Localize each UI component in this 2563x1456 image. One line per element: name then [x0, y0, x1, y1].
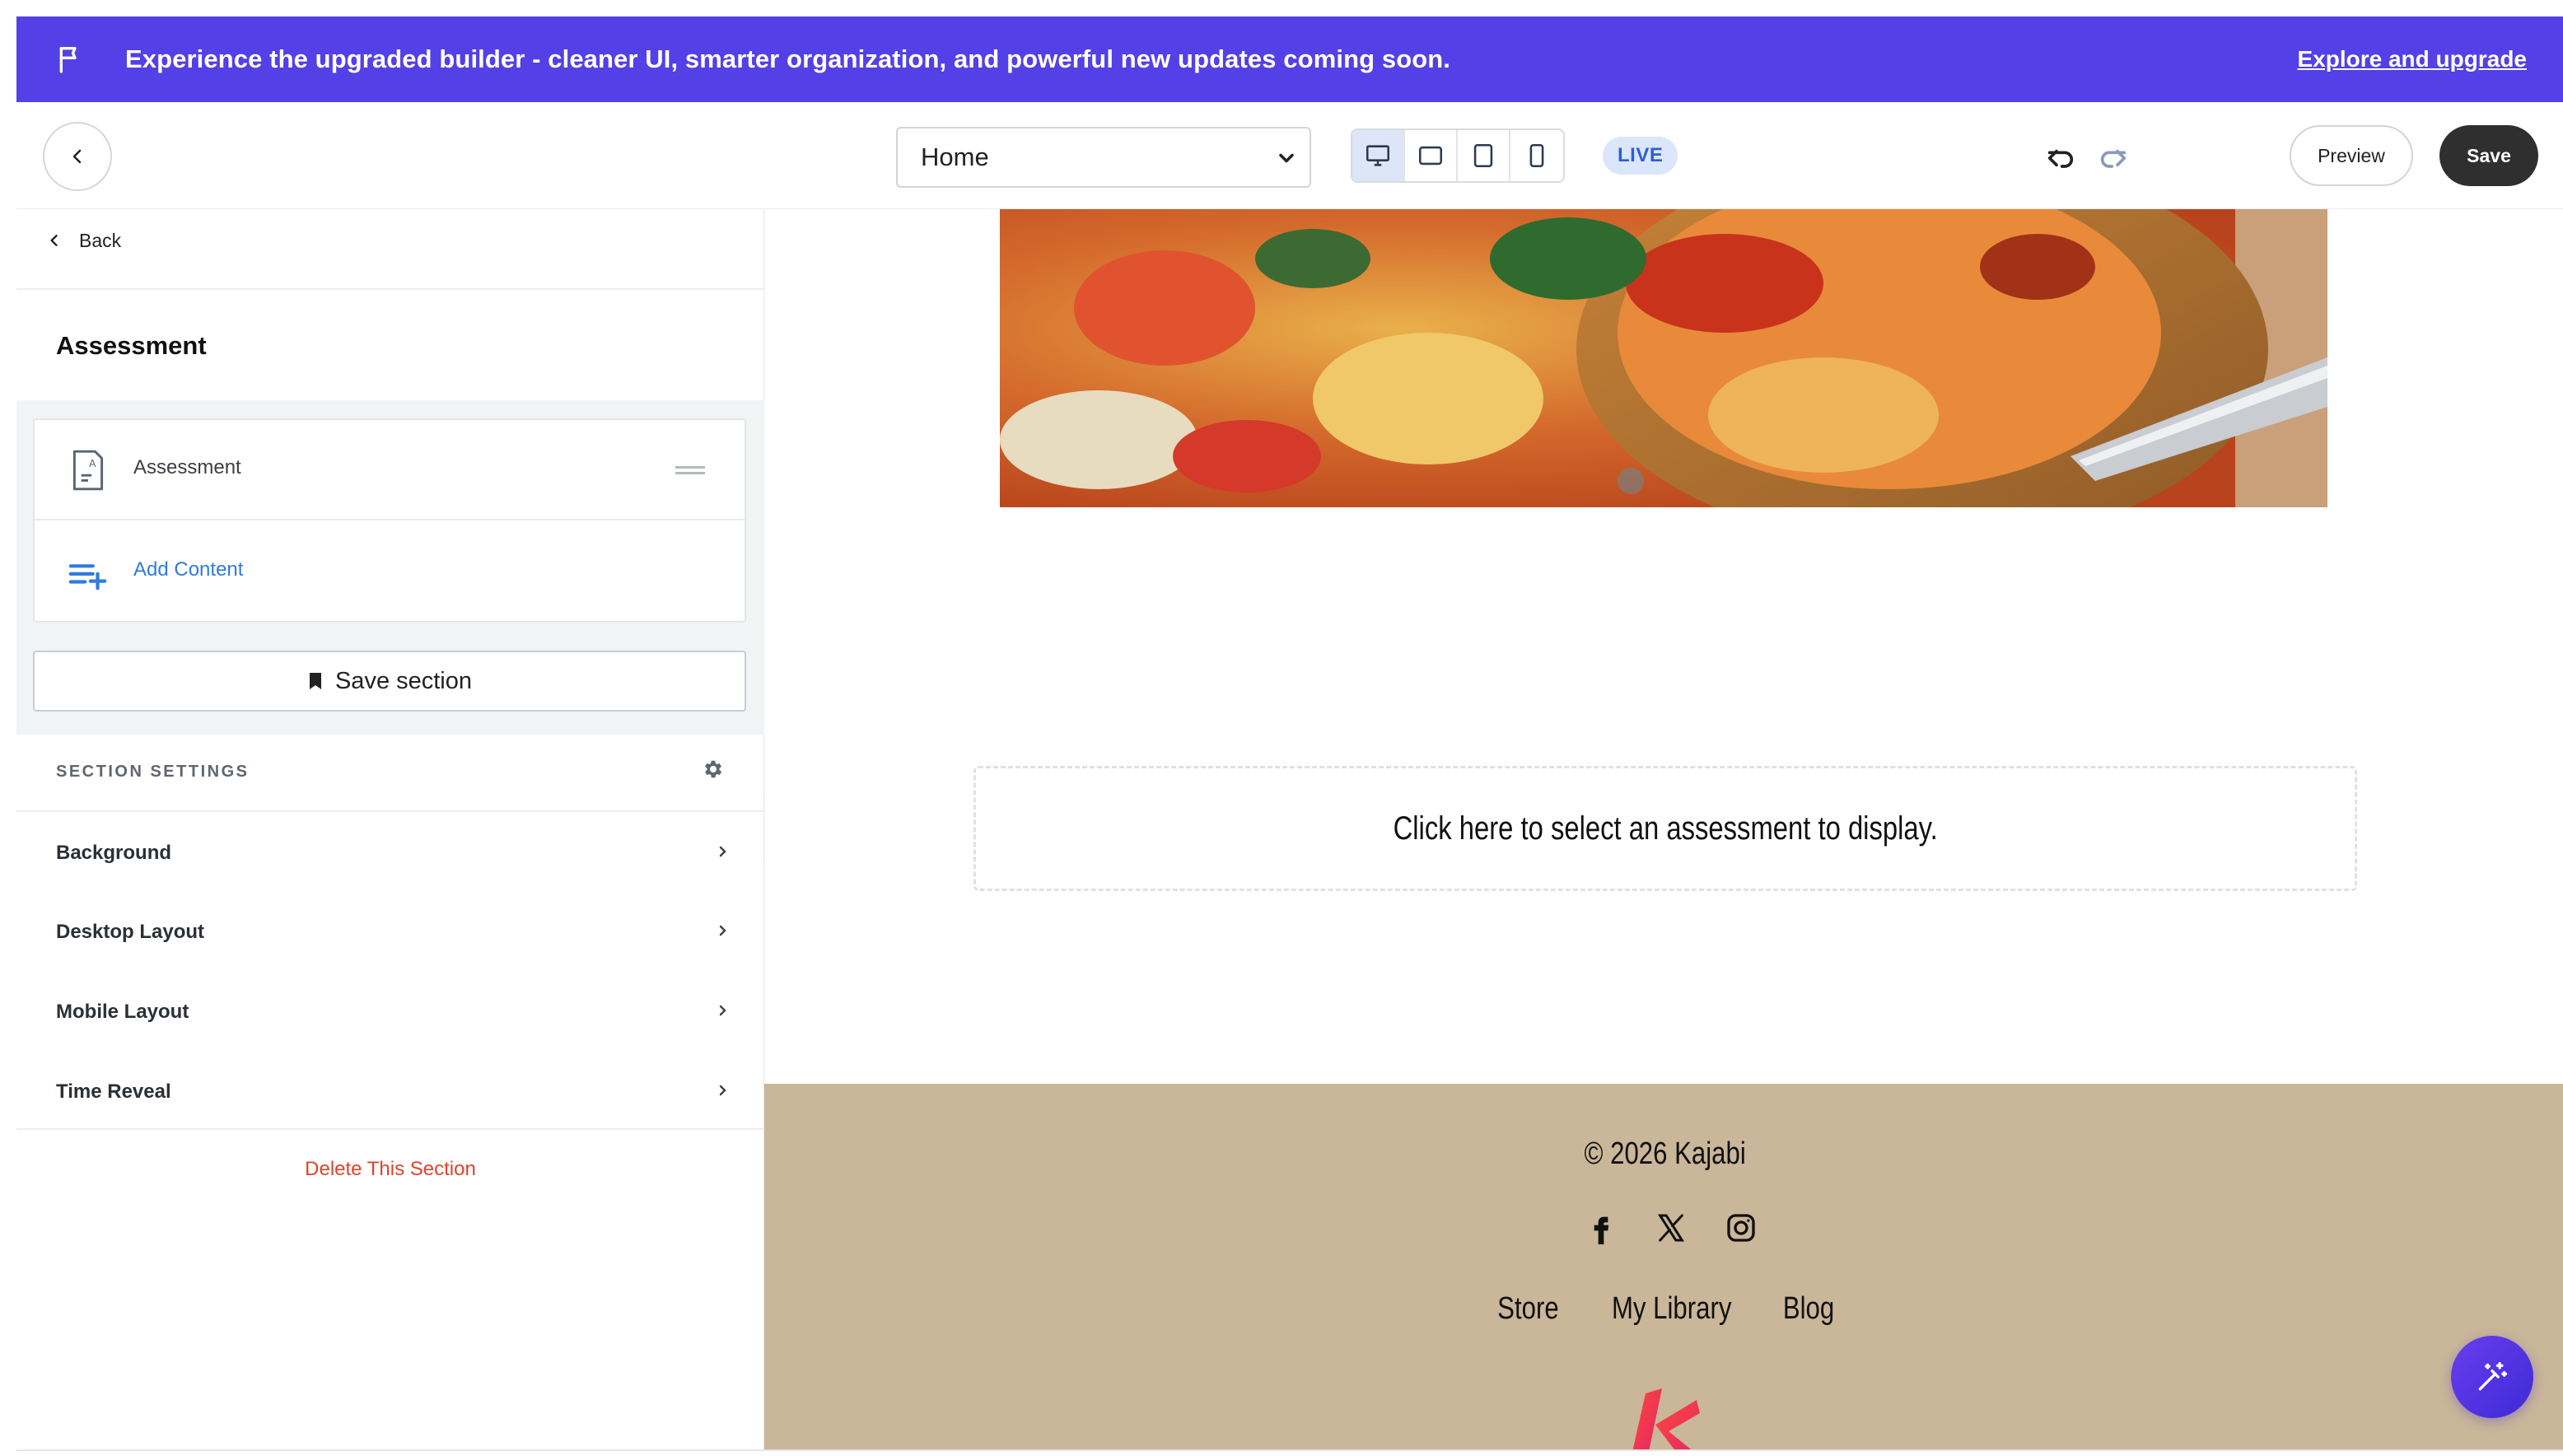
footer-nav: Store My Library Blog — [764, 1291, 2563, 1327]
redo-icon[interactable] — [2097, 142, 2130, 175]
chevron-right-icon — [719, 1005, 726, 1016]
device-mobile-button[interactable] — [1510, 130, 1563, 181]
footer-copyright-text: © 2026 Kajabi — [1584, 1136, 1747, 1171]
tablet-landscape-icon — [1418, 146, 1443, 166]
drag-handle-icon[interactable] — [675, 464, 705, 476]
bookmark-icon — [309, 673, 321, 689]
add-content-button[interactable]: Add Content — [35, 522, 745, 623]
section-content-panel: A Assessment Add Content Save section — [16, 400, 764, 735]
save-button[interactable]: Save — [2439, 125, 2538, 186]
setting-label: Desktop Layout — [56, 921, 205, 943]
setting-desktop-layout[interactable]: Desktop Layout — [16, 891, 764, 970]
device-desktop-button[interactable] — [1352, 130, 1405, 181]
gear-icon[interactable] — [702, 758, 725, 781]
assessment-placeholder[interactable]: Click here to select an assessment to di… — [973, 766, 2357, 891]
section-settings-label: SECTION SETTINGS — [56, 763, 250, 781]
back-label: Back — [79, 229, 122, 251]
pizza-image[interactable] — [1000, 209, 2327, 507]
device-tablet-landscape-button[interactable] — [1405, 130, 1458, 181]
assessment-document-icon: A — [72, 450, 104, 491]
add-content-icon — [68, 564, 107, 590]
chevron-left-icon — [72, 149, 82, 164]
section-settings-header: SECTION SETTINGS — [16, 735, 764, 812]
chevron-right-icon — [719, 925, 726, 936]
facebook-icon[interactable] — [1585, 1210, 1618, 1246]
sidebar-title: Assessment — [56, 331, 207, 360]
instagram-icon[interactable] — [1725, 1211, 1758, 1244]
kajabi-logo — [1632, 1388, 1700, 1451]
setting-background[interactable]: Background — [16, 812, 764, 891]
upgrade-banner: Experience the upgraded builder - cleane… — [16, 16, 2563, 102]
save-section-label: Save section — [334, 667, 473, 694]
setting-mobile-layout[interactable]: Mobile Layout — [16, 971, 764, 1050]
preview-button[interactable]: Preview — [2290, 125, 2413, 186]
divider — [16, 1449, 2563, 1451]
ai-assistant-button[interactable] — [2451, 1336, 2533, 1418]
desktop-icon — [1366, 145, 1390, 166]
footer-social-links — [1585, 1207, 1758, 1248]
banner-message: Experience the upgraded builder - cleane… — [125, 44, 1451, 73]
chevron-right-icon — [719, 846, 726, 857]
divider — [16, 288, 764, 290]
sidebar-back-button[interactable]: Back — [46, 224, 121, 257]
explore-upgrade-link[interactable]: Explore and upgrade — [2298, 41, 2528, 77]
page-footer: © 2026 Kajabi Store My Library Blog — [764, 1084, 2563, 1451]
mobile-icon — [1529, 143, 1544, 168]
setting-label: Time Reveal — [56, 1080, 171, 1103]
tablet-portrait-icon — [1473, 143, 1493, 168]
undo-icon[interactable] — [2044, 142, 2077, 175]
svg-text:A: A — [89, 457, 96, 469]
chevron-left-icon — [50, 235, 58, 246]
page-select[interactable]: Home — [896, 127, 1311, 188]
flag-icon — [59, 47, 77, 73]
save-section-button[interactable]: Save section — [33, 651, 746, 712]
exit-editor-button[interactable] — [43, 122, 112, 191]
footer-link-blog[interactable]: Blog — [1783, 1291, 1834, 1327]
device-tablet-portrait-button[interactable] — [1458, 130, 1510, 181]
content-block-label: Assessment — [133, 456, 241, 478]
delete-section-link[interactable]: Delete This Section — [16, 1158, 764, 1181]
live-status-badge: LIVE — [1603, 137, 1678, 175]
footer-copyright: © 2026 Kajabi — [764, 1136, 2563, 1172]
setting-time-reveal[interactable]: Time Reveal — [16, 1051, 764, 1130]
content-block-assessment[interactable]: A Assessment — [35, 420, 745, 520]
add-content-label: Add Content — [133, 558, 244, 581]
page-select-value: Home — [921, 142, 989, 171]
chevron-down-icon — [1279, 153, 1294, 163]
x-icon[interactable] — [1655, 1211, 1688, 1244]
chevron-right-icon — [719, 1085, 726, 1096]
footer-link-store[interactable]: Store — [1497, 1291, 1558, 1327]
setting-label: Background — [56, 842, 172, 864]
device-switcher — [1351, 128, 1565, 183]
setting-label: Mobile Layout — [56, 1001, 189, 1023]
magic-wand-icon — [2478, 1361, 2508, 1391]
content-blocks-card: A Assessment Add Content — [33, 418, 746, 623]
assessment-placeholder-text: Click here to select an assessment to di… — [1393, 810, 1938, 847]
page-canvas: Click here to select an assessment to di… — [764, 209, 2563, 1451]
editor-toolbar: Home LIVE Preview Save — [16, 102, 2563, 209]
divider — [16, 1128, 764, 1130]
footer-link-my-library[interactable]: My Library — [1612, 1291, 1731, 1327]
section-sidebar: Back Assessment A Assessment Add Content… — [16, 209, 764, 1451]
